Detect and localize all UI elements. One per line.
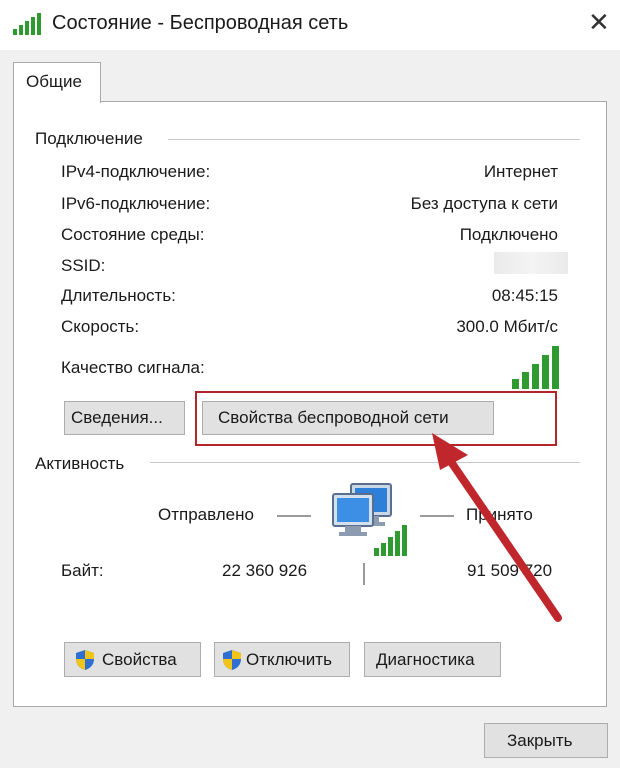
media-state-value: Подключено (459, 225, 558, 244)
ssid-value-redacted (494, 252, 568, 274)
signal-quality-label: Качество сигнала: (61, 358, 205, 377)
close-window-button[interactable]: ✕ (576, 0, 620, 50)
bytes-label: Байт: (61, 561, 104, 580)
ssid-label: SSID: (61, 256, 106, 275)
disable-button[interactable]: Отключить (214, 642, 350, 677)
connection-divider (168, 139, 580, 140)
title-bar: Состояние - Беспроводная сеть ✕ (0, 0, 620, 50)
shield-icon (76, 650, 94, 670)
diagnostics-button[interactable]: Диагностика (364, 642, 501, 677)
details-button[interactable]: Сведения... (64, 401, 185, 435)
wifi-signal-icon (13, 13, 41, 35)
close-icon: ✕ (588, 8, 610, 38)
properties-button[interactable]: Свойства (64, 642, 201, 677)
connection-section-label: Подключение (35, 129, 143, 148)
tab-general-label: Общие (26, 72, 82, 91)
ipv6-value: Без доступа к сети (410, 194, 558, 213)
wireless-properties-button[interactable]: Свойства беспроводной сети (202, 401, 494, 435)
bytes-divider (363, 563, 365, 585)
signal-strength-icon (512, 346, 559, 389)
activity-divider (150, 462, 580, 463)
ipv4-value: Интернет (483, 162, 558, 181)
ipv4-label: IPv4-подключение: (61, 162, 211, 181)
bytes-sent-value: 22 360 926 (222, 561, 308, 580)
speed-value: 300.0 Мбит/с (456, 317, 558, 336)
duration-value: 08:45:15 (491, 286, 558, 305)
tab-general[interactable]: Общие (13, 62, 101, 103)
duration-label: Длительность: (61, 286, 176, 305)
media-state-label: Состояние среды: (61, 225, 205, 244)
received-label: Принято (466, 505, 533, 524)
sent-connector (277, 515, 311, 517)
activity-section-label: Активность (35, 454, 125, 473)
network-computers-icon (332, 483, 407, 556)
ipv6-label: IPv6-подключение: (61, 194, 211, 213)
sent-label: Отправлено (158, 505, 254, 524)
shield-icon (223, 650, 241, 670)
received-connector (420, 515, 454, 517)
speed-label: Скорость: (61, 317, 140, 336)
bytes-received-value: 91 509 720 (467, 561, 553, 580)
close-button[interactable]: Закрыть (484, 723, 608, 758)
window-title: Состояние - Беспроводная сеть (52, 12, 349, 34)
